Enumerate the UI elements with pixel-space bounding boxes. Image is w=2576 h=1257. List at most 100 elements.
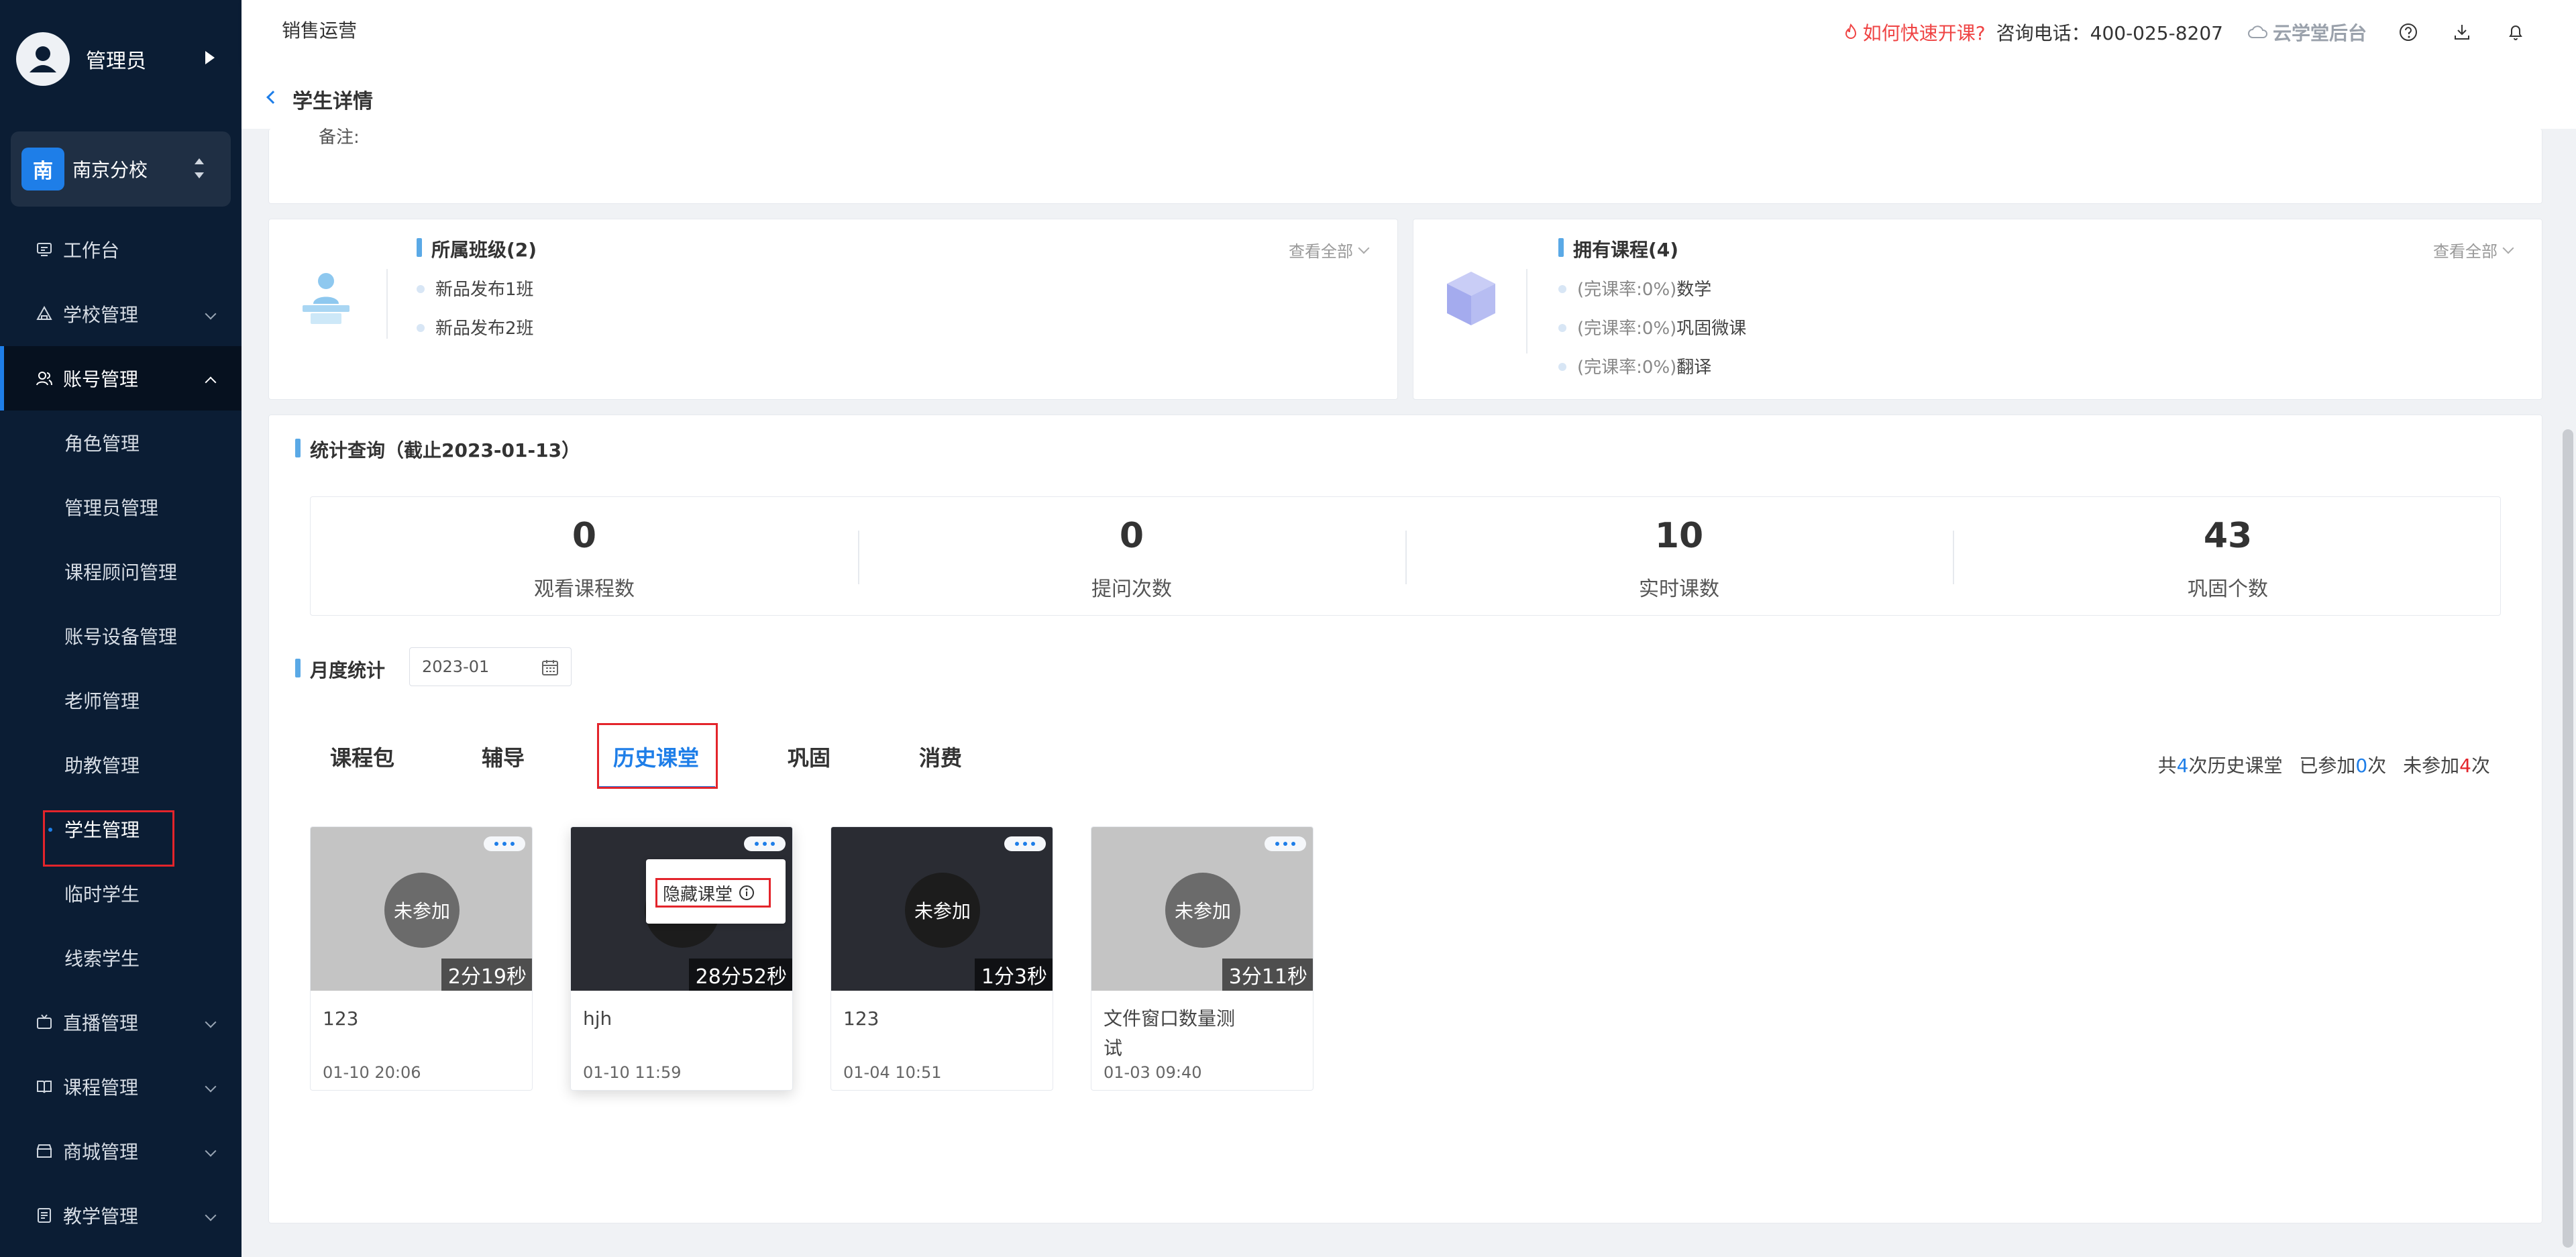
divider	[1526, 269, 1527, 353]
menu-label: 工作台	[63, 239, 120, 262]
more-options-icon[interactable]	[744, 836, 786, 851]
course-item[interactable]: (完课率:0%)翻译	[1558, 353, 1711, 378]
users-icon	[35, 369, 54, 388]
hide-class-option[interactable]: 隐藏课堂	[655, 878, 771, 908]
completion-rate: (完课率:0%)	[1577, 319, 1677, 339]
completion-rate: (完课率:0%)	[1577, 358, 1677, 378]
class-item[interactable]: 新品发布1班	[417, 276, 534, 300]
summary-text: 次	[2471, 755, 2490, 777]
history-class-card[interactable]: 未参加 1分3秒 123 01-04 10:51	[830, 826, 1053, 1091]
course-name: 翻译	[1676, 358, 1712, 378]
duration-badge: 1分3秒	[974, 959, 1053, 991]
view-all-text: 查看全部	[2433, 242, 2498, 261]
caret-right-icon	[205, 51, 215, 64]
more-options-icon[interactable]	[484, 836, 525, 851]
menu-course[interactable]: 课程管理	[0, 1054, 241, 1119]
tab-consumption[interactable]: 消费	[919, 741, 962, 772]
stat-label: 提问次数	[1091, 578, 1172, 601]
completion-rate: (完课率:0%)	[1577, 280, 1677, 300]
submenu-advisor[interactable]: 课程顾问管理	[0, 539, 241, 604]
top-bar: 销售运营 如何快速开课? 咨询电话：400-025-8207 云学堂后台	[241, 0, 2576, 64]
scrollbar[interactable]	[2563, 429, 2573, 1248]
card-title: 文件窗口数量测试	[1104, 1007, 1236, 1059]
course-item[interactable]: (完课率:0%)数学	[1558, 276, 1711, 300]
sidebar: 管理员 南 南京分校 工作台 学校管理 账号管理 角色管理 管理员管理 课程顾问…	[0, 0, 241, 1257]
submenu-lead[interactable]: 线索学生	[0, 926, 241, 990]
status-badge: 未参加	[905, 873, 980, 948]
courses-view-all[interactable]: 查看全部	[2433, 238, 2514, 262]
clipboard-icon	[35, 1206, 54, 1225]
back-icon[interactable]	[266, 91, 280, 104]
courses-title: 拥有课程(4)	[1558, 235, 1678, 262]
live-icon	[35, 1013, 54, 1032]
tab-review[interactable]: 巩固	[788, 741, 830, 772]
user-profile[interactable]: 管理员	[16, 32, 231, 86]
summary-text: 次历史课堂	[2188, 755, 2283, 777]
stat-value: 0	[1119, 516, 1144, 556]
submenu-role[interactable]: 角色管理	[0, 411, 241, 475]
menu-account[interactable]: 账号管理	[0, 346, 241, 411]
backend-link[interactable]: 云学堂后台	[2247, 19, 2367, 46]
menu-workbench[interactable]: 工作台	[0, 217, 241, 282]
tab-course-package[interactable]: 课程包	[330, 741, 394, 772]
tab-tutoring[interactable]: 辅导	[482, 741, 525, 772]
submenu-temp[interactable]: 临时学生	[0, 861, 241, 926]
chevron-down-icon	[205, 1145, 217, 1157]
submenu-assistant[interactable]: 助教管理	[0, 732, 241, 797]
user-name: 管理员	[86, 50, 146, 73]
more-options-popup: 隐藏课堂	[646, 859, 786, 924]
highlight-box	[597, 723, 718, 789]
menu-school[interactable]: 学校管理	[0, 282, 241, 346]
history-class-card[interactable]: 未参加 2分19秒 123 01-10 20:06	[310, 826, 533, 1091]
menu-teaching[interactable]: 教学管理	[0, 1183, 241, 1248]
updown-arrows-icon	[195, 158, 204, 178]
submenu-device[interactable]: 账号设备管理	[0, 604, 241, 668]
classes-panel: 所属班级(2) 查看全部 新品发布1班 新品发布2班	[268, 219, 1398, 400]
chevron-down-icon	[205, 1209, 217, 1221]
submenu-teacher[interactable]: 老师管理	[0, 668, 241, 732]
stat-label: 实时课数	[1639, 578, 1719, 601]
cube-icon	[1447, 272, 1495, 325]
classes-title: 所属班级(2)	[417, 235, 537, 262]
summary-missed: 4	[2459, 755, 2471, 777]
course-name: 数学	[1676, 280, 1712, 300]
card-title: 123	[843, 1007, 879, 1030]
chevron-down-icon	[205, 1081, 217, 1093]
card-date: 01-10 11:59	[583, 1063, 682, 1082]
quick-start-link[interactable]: 如何快速开课?	[1843, 19, 1986, 46]
download-icon[interactable]	[2450, 20, 2474, 44]
card-thumbnail: 未参加 2分19秒	[311, 827, 532, 991]
more-options-icon[interactable]	[1265, 836, 1306, 851]
class-item[interactable]: 新品发布2班	[417, 315, 534, 339]
student-info-panel: 备注:	[268, 127, 2542, 204]
summary-total: 4	[2176, 755, 2189, 777]
status-badge: 未参加	[384, 873, 460, 948]
chevron-down-icon	[205, 308, 217, 320]
menu-live[interactable]: 直播管理	[0, 990, 241, 1054]
history-class-card[interactable]: 28分52秒 隐藏课堂 hjh 01-10 11:59	[570, 826, 793, 1091]
submenu-admin[interactable]: 管理员管理	[0, 475, 241, 539]
top-title[interactable]: 销售运营	[282, 16, 357, 43]
chevron-up-icon	[205, 376, 217, 388]
cloud-icon	[2247, 25, 2267, 38]
month-picker[interactable]: 2023-01	[409, 647, 572, 686]
more-options-icon[interactable]	[1004, 836, 1046, 851]
school-switcher[interactable]: 南 南京分校	[11, 131, 231, 207]
classes-view-all[interactable]: 查看全部	[1289, 238, 1370, 262]
top-actions: 如何快速开课? 咨询电话：400-025-8207 云学堂后台	[1843, 19, 2528, 46]
calendar-icon	[542, 660, 558, 675]
stat-live: 10 实时课数	[1405, 497, 1953, 616]
duration-badge: 2分19秒	[441, 959, 532, 991]
menu-mall[interactable]: 商城管理	[0, 1119, 241, 1183]
summary-text: 次	[2367, 755, 2387, 777]
menu-label: 教学管理	[63, 1205, 139, 1227]
help-icon[interactable]	[2396, 20, 2420, 44]
highlight-box	[43, 810, 174, 867]
stat-value: 0	[572, 516, 597, 556]
menu-label: 商城管理	[63, 1141, 139, 1163]
card-thumbnail: 28分52秒 隐藏课堂	[571, 827, 792, 991]
history-class-card[interactable]: 未参加 3分11秒 文件窗口数量测试 01-03 09:40	[1091, 826, 1313, 1091]
course-item[interactable]: (完课率:0%)巩固微课	[1558, 315, 1746, 339]
duration-badge: 28分52秒	[688, 959, 792, 991]
bell-icon[interactable]	[2504, 20, 2528, 44]
